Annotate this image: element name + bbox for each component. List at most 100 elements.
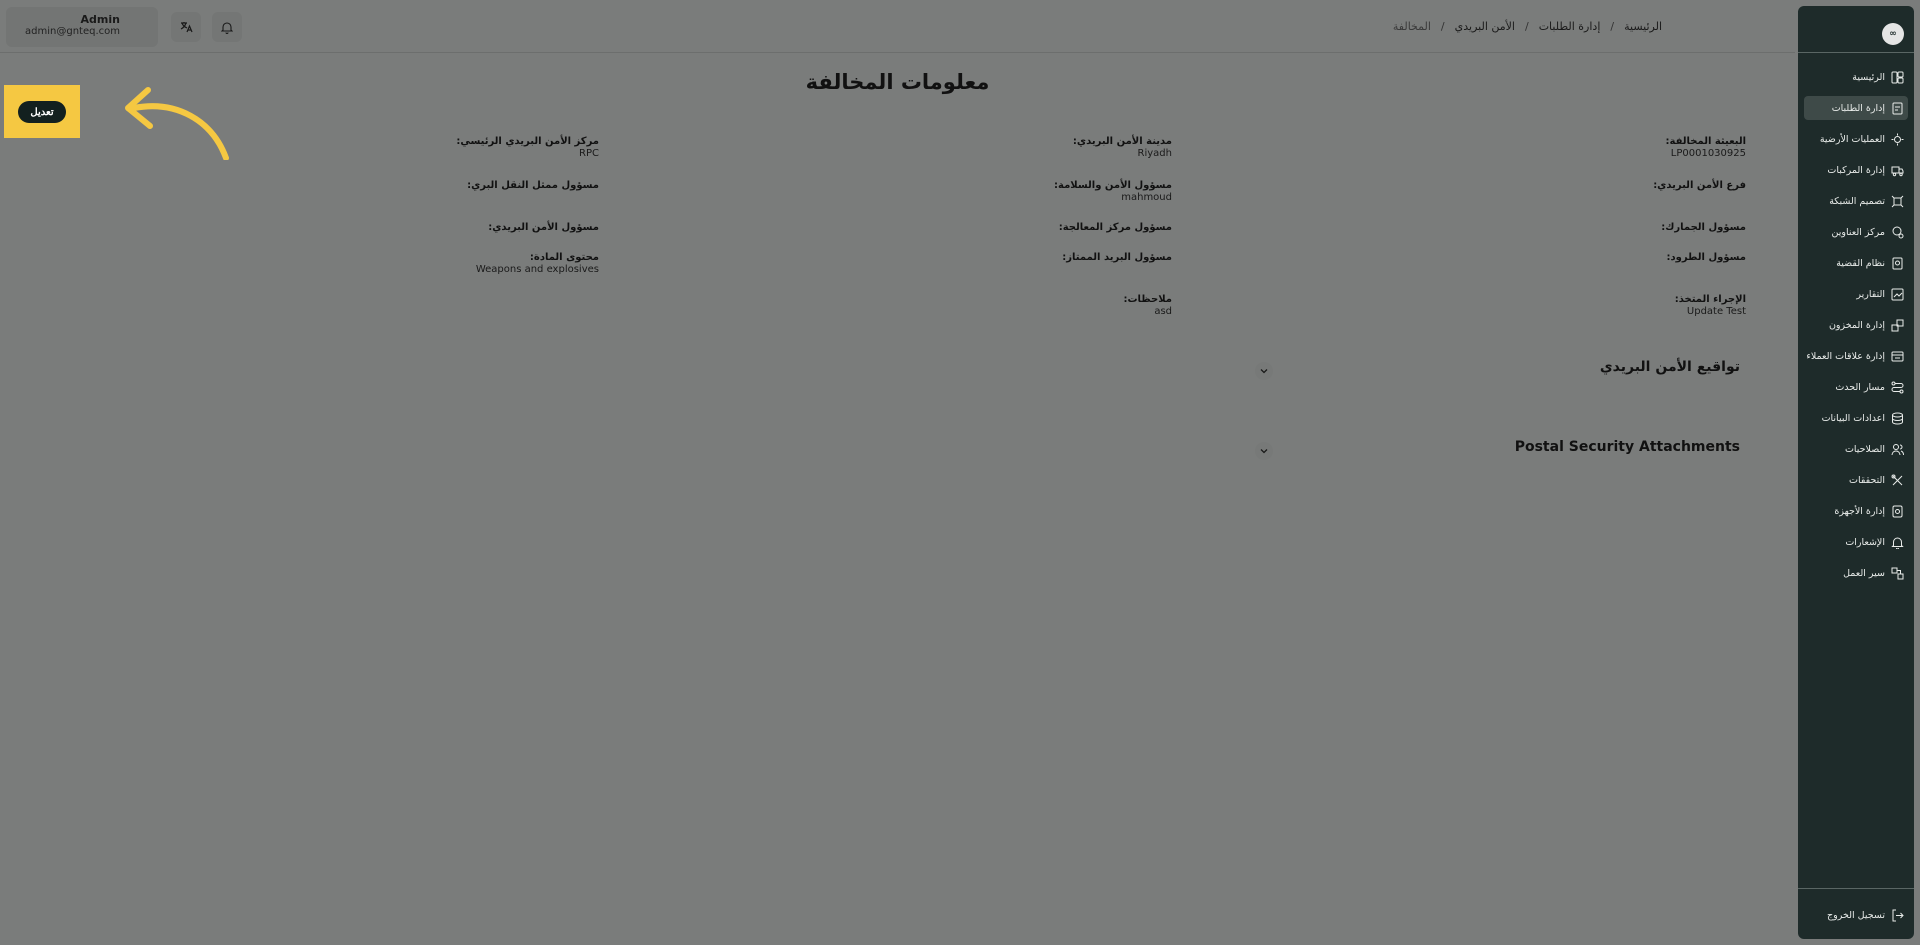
top-bar: Admin admin@gnteq.com الرئيسية / إدارة ا… (0, 0, 1795, 53)
notifications-button[interactable] (212, 12, 242, 42)
field-value: Weapons and explosives (475, 264, 599, 275)
breadcrumb-separator: / (1610, 20, 1615, 33)
sidebar-item-label: إدارة المخزون (1828, 319, 1885, 331)
field-land-transport-officer: مسؤول ممثل النقل البري: (467, 180, 599, 192)
truck-icon (1890, 163, 1904, 177)
sidebar-item-label: إدارة المركبات (1827, 164, 1885, 176)
logout-icon (1890, 908, 1904, 922)
sidebar-item-ground-ops[interactable]: العمليات الأرضية (1804, 127, 1908, 151)
route-icon (1890, 380, 1904, 394)
sidebar-item-label: نظام القضية (1836, 257, 1885, 269)
field-label: مسؤول الأمن البريدي: (488, 222, 599, 233)
field-processing-officer: مسؤول مركز المعالجة: (1059, 222, 1172, 234)
section-title: تواقيع الأمن البريدي (1599, 359, 1740, 375)
sidebar-item-permissions[interactable]: الصلاحيات (1804, 437, 1908, 461)
sidebar-item-home[interactable]: الرئيسية (1804, 65, 1908, 89)
field-material-content: محتوى المادة: Weapons and explosives (476, 252, 599, 276)
sidebar-item-reports[interactable]: التقارير (1804, 282, 1908, 306)
sidebar-item-verifications[interactable]: التحققات (1804, 468, 1908, 492)
sidebar-item-workflow[interactable]: سير العمل (1804, 561, 1908, 585)
field-security-city: مدينة الأمن البريدي: Riyadh (1073, 136, 1172, 160)
field-value: LP0001030925 (1670, 148, 1746, 159)
device-icon (1890, 504, 1904, 518)
sidebar-item-requests[interactable]: إدارة الطلبات (1804, 96, 1908, 120)
sidebar: ∞ الرئيسية إدارة الطلبات العمليات الأرضي… (1798, 6, 1914, 939)
sidebar-item-data-settings[interactable]: اعدادات البيانات (1804, 406, 1908, 430)
bell-icon (221, 21, 233, 34)
sidebar-item-case[interactable]: نظام القضية (1804, 251, 1908, 275)
requests-icon (1890, 101, 1904, 115)
tools-icon (1890, 473, 1904, 487)
sidebar-item-label: تصميم الشبكة (1829, 195, 1885, 207)
chevron-down-icon[interactable] (1255, 442, 1273, 460)
edit-button[interactable]: تعديل (18, 101, 66, 123)
field-customs-officer: مسؤول الجمارك: (1661, 222, 1746, 234)
sidebar-item-label: الرئيسية (1852, 71, 1885, 83)
field-label: محتوى المادة: (529, 252, 599, 263)
sidebar-item-label: إدارة علاقات العملاء (1806, 350, 1885, 362)
section-attachments[interactable]: Postal Security Attachments (1255, 439, 1740, 469)
field-value: RPC (579, 148, 599, 159)
field-violation-entity: البعيثة المخالفة: LP0001030925 (1666, 136, 1746, 160)
field-label: مسؤول الأمن والسلامة: (1054, 180, 1172, 191)
field-value: mahmoud (1121, 192, 1172, 203)
field-label: فرع الأمن البريدي: (1653, 180, 1746, 191)
sidebar-divider (1798, 888, 1914, 889)
language-button[interactable] (171, 12, 201, 42)
field-label: مسؤول الجمارك: (1661, 222, 1746, 233)
pointer-arrow-icon (125, 87, 229, 160)
sidebar-item-label: التحققات (1849, 474, 1885, 486)
field-main-center: مركز الأمن البريدي الرئيسي: RPC (456, 136, 599, 160)
breadcrumb-separator: / (1440, 20, 1445, 33)
network-icon (1890, 194, 1904, 208)
ground-ops-icon (1890, 132, 1904, 146)
breadcrumb-requests[interactable]: إدارة الطلبات (1539, 20, 1601, 33)
section-signatures[interactable]: تواقيع الأمن البريدي (1255, 359, 1740, 389)
field-label: مسؤول الطرود: (1666, 252, 1746, 263)
sidebar-item-event-route[interactable]: مسار الحدث (1804, 375, 1908, 399)
users-icon (1890, 442, 1904, 456)
field-label: مدينة الأمن البريدي: (1072, 136, 1172, 147)
sidebar-item-vehicles[interactable]: إدارة المركبات (1804, 158, 1908, 182)
logout-button[interactable]: تسجيل الخروج (1804, 903, 1908, 927)
field-label: مسؤول ممثل النقل البري: (467, 180, 599, 191)
database-icon (1890, 411, 1904, 425)
field-parcels-officer: مسؤول الطرود: (1666, 252, 1746, 264)
reports-icon (1890, 287, 1904, 301)
field-label: مسؤول البريد الممتاز: (1062, 252, 1172, 263)
breadcrumb-current: المخالفة (1392, 20, 1431, 33)
sidebar-item-label: العمليات الأرضية (1819, 133, 1885, 145)
sidebar-item-label: مسار الحدث (1835, 381, 1885, 393)
translate-icon (179, 20, 193, 34)
user-card[interactable]: Admin admin@gnteq.com (6, 7, 158, 47)
sidebar-item-addresses[interactable]: مركز العناوين (1804, 220, 1908, 244)
inventory-icon (1890, 318, 1904, 332)
field-label: الإجراء المتخذ: (1674, 294, 1746, 305)
field-value: Riyadh (1137, 148, 1172, 159)
sidebar-item-label: الصلاحيات (1844, 443, 1885, 455)
breadcrumb-home[interactable]: الرئيسية (1624, 20, 1662, 33)
breadcrumb-postal-security[interactable]: الأمن البريدي (1455, 20, 1515, 33)
chevron-down-icon[interactable] (1255, 362, 1273, 380)
field-security-branch: فرع الأمن البريدي: (1653, 180, 1746, 192)
breadcrumb: الرئيسية / إدارة الطلبات / الأمن البريدي… (1393, 20, 1662, 33)
sidebar-item-label: مركز العناوين (1831, 226, 1885, 238)
sidebar-item-devices[interactable]: إدارة الأجهزة (1804, 499, 1908, 523)
sidebar-item-label: سير العمل (1843, 567, 1885, 579)
sidebar-divider (1798, 52, 1914, 53)
sidebar-item-notifications[interactable]: الإشعارات (1804, 530, 1908, 554)
logout-label: تسجيل الخروج (1827, 909, 1885, 921)
field-label: مركز الأمن البريدي الرئيسي: (456, 136, 599, 147)
user-name: Admin (80, 13, 120, 26)
field-label: ملاحظات: (1123, 294, 1172, 305)
sidebar-item-inventory[interactable]: إدارة المخزون (1804, 313, 1908, 337)
app-logo[interactable]: ∞ (1882, 23, 1904, 45)
dashboard-icon (1890, 70, 1904, 84)
section-title: Postal Security Attachments (1514, 439, 1740, 455)
sidebar-item-network[interactable]: تصميم الشبكة (1804, 189, 1908, 213)
field-security-officer: مسؤول الأمن البريدي: (488, 222, 599, 234)
sidebar-item-label: إدارة الأجهزة (1834, 505, 1885, 517)
page-title: معلومات المخالفة (805, 70, 990, 94)
field-label: مسؤول مركز المعالجة: (1058, 222, 1172, 233)
sidebar-item-crm[interactable]: إدارة علاقات العملاء (1804, 344, 1908, 368)
